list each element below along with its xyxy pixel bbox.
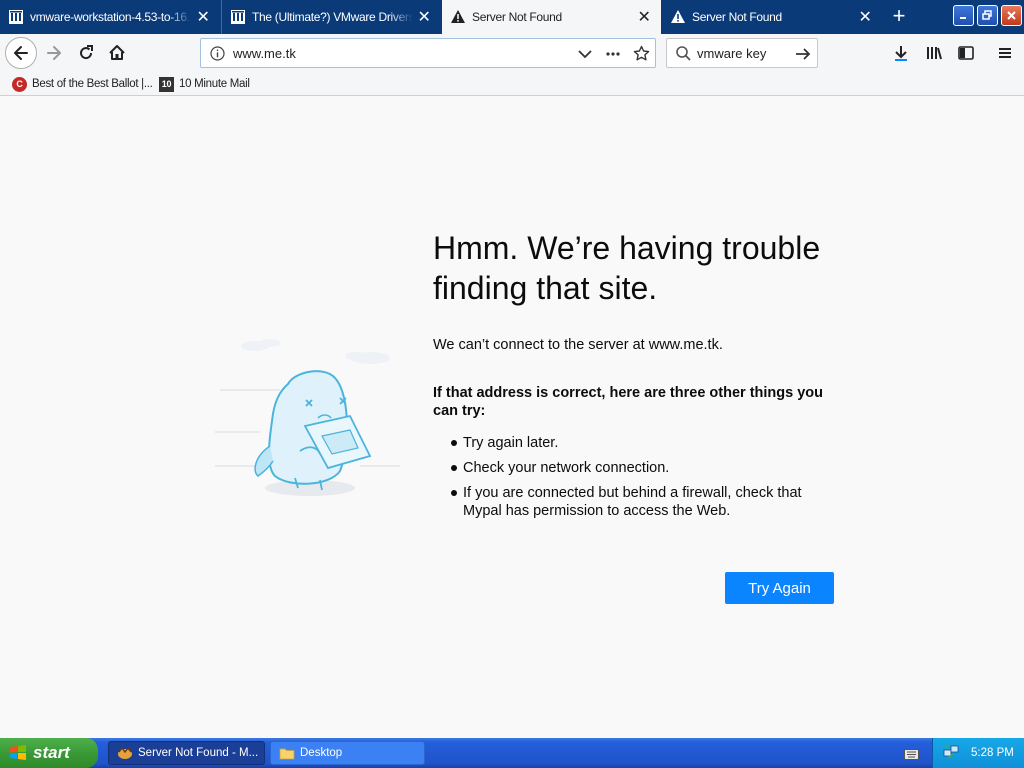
sidebar-icon: [958, 46, 974, 60]
back-button[interactable]: [5, 37, 37, 69]
close-window-button[interactable]: [1001, 5, 1022, 26]
sidebar-button[interactable]: [951, 38, 981, 68]
tab-vmware-workstation[interactable]: vmware-workstation-4.53-to-16.1- ✕: [0, 0, 220, 34]
close-tab-icon[interactable]: ✕: [633, 6, 655, 28]
taskbar: start Server Not Found - M... Desktop 5:…: [0, 738, 1024, 768]
info-icon[interactable]: [210, 46, 225, 66]
url-bar[interactable]: www.me.tk: [200, 38, 656, 68]
go-arrow-icon[interactable]: [794, 45, 812, 68]
close-icon: [1007, 11, 1016, 20]
error-title: Hmm. We’re having trouble finding that s…: [433, 230, 821, 306]
warning-icon: [450, 9, 466, 25]
folder-icon: [279, 748, 295, 760]
network-icon[interactable]: [943, 743, 959, 763]
close-tab-icon[interactable]: ✕: [413, 6, 435, 28]
download-icon: [895, 46, 907, 61]
taskbar-item-desktop[interactable]: Desktop: [270, 741, 425, 765]
bookmark-10-minute-mail[interactable]: 10 10 Minute Mail: [159, 76, 250, 92]
try-again-button[interactable]: Try Again: [725, 572, 834, 604]
keyboard-icon[interactable]: [904, 747, 919, 765]
taskbar-item-browser[interactable]: Server Not Found - M...: [108, 741, 265, 765]
error-page: Hmm. We’re having trouble finding that s…: [0, 96, 1024, 739]
tab-title: Server Not Found: [692, 10, 782, 24]
warning-icon: [670, 9, 686, 25]
arrow-left-icon: [14, 46, 28, 60]
forward-button[interactable]: [39, 38, 69, 68]
list-item: Check your network connection.: [433, 459, 833, 477]
search-input[interactable]: vmware key: [697, 46, 766, 61]
search-icon: [675, 45, 692, 67]
home-button[interactable]: [102, 38, 132, 68]
error-description: We can’t connect to the server at www.me…: [433, 337, 723, 353]
start-label: start: [33, 743, 70, 762]
task-label: Desktop: [300, 747, 343, 759]
tab-vmware-drivers[interactable]: The (Ultimate?) VMware Drivers P ✕: [221, 0, 441, 34]
bookmark-star-icon[interactable]: [633, 45, 650, 67]
bookmarks-toolbar: C Best of the Best Ballot |... 10 10 Min…: [0, 72, 1024, 96]
list-item: If you are connected but behind a firewa…: [433, 484, 833, 520]
close-tab-icon[interactable]: ✕: [192, 6, 214, 28]
home-icon: [109, 45, 125, 60]
close-tab-icon[interactable]: ✕: [854, 6, 876, 28]
restore-button[interactable]: [977, 5, 998, 26]
reload-button[interactable]: [71, 38, 101, 68]
hamburger-menu-icon: [999, 48, 1011, 58]
reload-icon: [80, 45, 93, 60]
chevron-down-icon[interactable]: [577, 46, 593, 67]
restore-icon: [982, 10, 992, 20]
tenminute-icon: 10: [159, 76, 174, 92]
tab-title: vmware-workstation-4.53-to-16.1-: [30, 10, 192, 24]
library-icon: [230, 9, 246, 25]
suggestions-title: If that address is correct, here are thr…: [433, 385, 823, 419]
clock: 5:28 PM: [971, 747, 1014, 759]
bookmark-label: Best of the Best Ballot |...: [32, 78, 153, 90]
library-button[interactable]: [919, 38, 949, 68]
tab-strip: vmware-workstation-4.53-to-16.1- ✕ The (…: [0, 0, 1024, 34]
tab-server-not-found-active[interactable]: Server Not Found ✕: [442, 0, 661, 34]
tab-title: Server Not Found: [472, 10, 562, 24]
tab-server-not-found[interactable]: Server Not Found ✕: [662, 0, 882, 34]
bookmark-label: 10 Minute Mail: [179, 78, 250, 90]
tab-title: The (Ultimate?) VMware Drivers P: [252, 10, 413, 24]
start-button[interactable]: start: [0, 738, 98, 768]
library-icon: [8, 9, 24, 25]
suggestions-list: Try again later. Check your network conn…: [433, 434, 833, 527]
minimize-icon: [960, 17, 966, 19]
task-label: Server Not Found - M...: [138, 747, 259, 759]
page-actions-icon[interactable]: [605, 46, 621, 67]
downloads-button[interactable]: [886, 38, 916, 68]
arrow-right-icon: [47, 46, 61, 60]
browser-icon: [118, 746, 132, 759]
new-tab-button[interactable]: +: [886, 4, 912, 30]
minimize-button[interactable]: [953, 5, 974, 26]
search-bar[interactable]: vmware key: [666, 38, 818, 68]
list-item: Try again later.: [433, 434, 833, 452]
bookmark-best-of-the-best-ballot[interactable]: C Best of the Best Ballot |...: [12, 76, 153, 92]
windows-logo-icon: [10, 745, 26, 760]
library-shelf-icon: [927, 47, 942, 60]
menu-button[interactable]: [990, 38, 1020, 68]
chronicle-icon: C: [12, 76, 27, 92]
dinosaur-illustration: [215, 339, 400, 496]
navigation-toolbar: www.me.tk vmware key: [0, 34, 1024, 72]
url-input[interactable]: www.me.tk: [233, 46, 296, 61]
system-tray: 5:28 PM: [932, 738, 1024, 768]
